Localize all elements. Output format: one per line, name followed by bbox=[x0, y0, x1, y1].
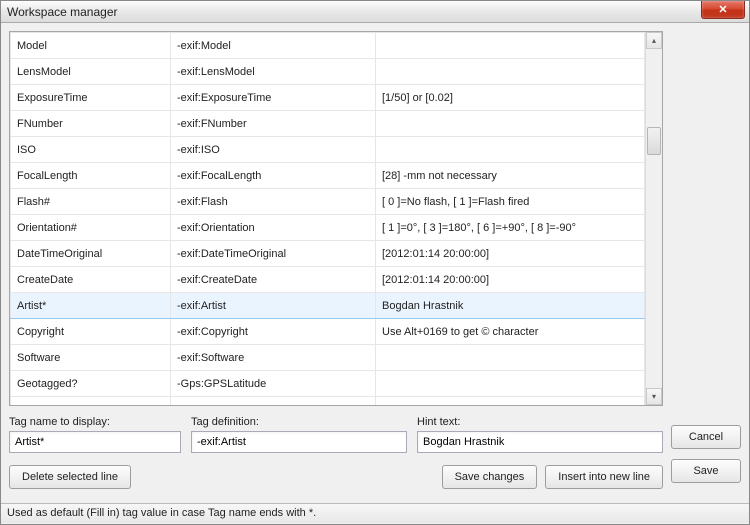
save-button[interactable]: Save bbox=[671, 459, 741, 483]
table-row[interactable]: CreateDate-exif:CreateDate[2012:01:14 20… bbox=[11, 267, 645, 293]
tag-name-group: Tag name to display: bbox=[9, 416, 181, 453]
title-bar: Workspace manager ✕ bbox=[1, 1, 749, 23]
table-row[interactable]: Orientation#-exif:Orientation[ 1 ]=0°, [… bbox=[11, 215, 645, 241]
table-row[interactable]: LensModel-exif:LensModel bbox=[11, 59, 645, 85]
cell-hint bbox=[376, 345, 645, 371]
table-row[interactable]: ISO-exif:ISO bbox=[11, 137, 645, 163]
save-changes-button[interactable]: Save changes bbox=[442, 465, 538, 489]
cell-tag-name: LensModel bbox=[11, 59, 171, 85]
table-row[interactable]: ExposureTime-exif:ExposureTime[1/50] or … bbox=[11, 85, 645, 111]
status-bar: Used as default (Fill in) tag value in c… bbox=[1, 503, 749, 523]
cancel-button[interactable]: Cancel bbox=[671, 425, 741, 449]
cell-hint: [1/50] or [0.02] bbox=[376, 85, 645, 111]
hint-text-input[interactable] bbox=[417, 431, 663, 453]
cell-tag-name: About photo bbox=[11, 397, 171, 406]
cell-hint: [28] -mm not necessary bbox=[376, 163, 645, 189]
content-area: Model-exif:ModelLensModel-exif:LensModel… bbox=[1, 23, 749, 503]
insert-new-line-button[interactable]: Insert into new line bbox=[545, 465, 663, 489]
scroll-thumb[interactable] bbox=[647, 127, 661, 155]
cell-tag-name: Orientation# bbox=[11, 215, 171, 241]
table-row[interactable]: DateTimeOriginal-exif:DateTimeOriginal[2… bbox=[11, 241, 645, 267]
scroll-up-arrow[interactable]: ▴ bbox=[646, 32, 662, 49]
cell-tag-def: -exif:Model bbox=[171, 33, 376, 59]
cell-hint bbox=[376, 33, 645, 59]
table-row[interactable]: FNumber-exif:FNumber bbox=[11, 111, 645, 137]
cell-tag-name: Software bbox=[11, 345, 171, 371]
cell-tag-def: -Gps:GPSLatitude bbox=[171, 371, 376, 397]
cell-tag-name: FocalLength bbox=[11, 163, 171, 189]
cell-tag-name: Model bbox=[11, 33, 171, 59]
cell-tag-name: ISO bbox=[11, 137, 171, 163]
window-title: Workspace manager bbox=[7, 5, 118, 19]
left-pane: Model-exif:ModelLensModel-exif:LensModel… bbox=[9, 31, 663, 495]
table-row[interactable]: Copyright-exif:CopyrightUse Alt+0169 to … bbox=[11, 319, 645, 345]
cell-tag-def: -exif:FNumber bbox=[171, 111, 376, 137]
close-icon: ✕ bbox=[718, 3, 727, 16]
cell-tag-def: -exif:ExposureTime bbox=[171, 85, 376, 111]
tag-table-container: Model-exif:ModelLensModel-exif:LensModel… bbox=[9, 31, 663, 406]
cell-tag-name: Geotagged? bbox=[11, 371, 171, 397]
cell-hint bbox=[376, 59, 645, 85]
hint-text-group: Hint text: bbox=[417, 416, 663, 453]
cell-tag-name: ExposureTime bbox=[11, 85, 171, 111]
close-button[interactable]: ✕ bbox=[701, 1, 745, 19]
cell-tag-name: DateTimeOriginal bbox=[11, 241, 171, 267]
tag-table-body: Model-exif:ModelLensModel-exif:LensModel… bbox=[10, 32, 645, 405]
cell-tag-def: -exif:DateTimeOriginal bbox=[171, 241, 376, 267]
cell-tag-name: FNumber bbox=[11, 111, 171, 137]
cell-hint bbox=[376, 137, 645, 163]
tag-def-label: Tag definition: bbox=[191, 416, 407, 428]
hint-text-label: Hint text: bbox=[417, 416, 663, 428]
cell-hint bbox=[376, 111, 645, 137]
delete-line-button[interactable]: Delete selected line bbox=[9, 465, 131, 489]
cell-tag-def: -exif:Orientation bbox=[171, 215, 376, 241]
edit-fields-row: Tag name to display: Tag definition: Hin… bbox=[9, 416, 663, 453]
table-row[interactable]: About photo-GUI-SEP bbox=[11, 397, 645, 406]
tag-def-group: Tag definition: bbox=[191, 416, 407, 453]
vertical-scrollbar[interactable]: ▴ ▾ bbox=[645, 32, 662, 405]
cell-hint bbox=[376, 371, 645, 397]
cell-tag-name: Flash# bbox=[11, 189, 171, 215]
cell-hint: Bogdan Hrastnik bbox=[376, 293, 645, 319]
cell-tag-def: -exif:Software bbox=[171, 345, 376, 371]
cell-hint bbox=[376, 397, 645, 406]
cell-tag-name: Copyright bbox=[11, 319, 171, 345]
tag-name-label: Tag name to display: bbox=[9, 416, 181, 428]
table-row[interactable]: Artist*-exif:ArtistBogdan Hrastnik bbox=[11, 293, 645, 319]
cell-tag-def: -exif:LensModel bbox=[171, 59, 376, 85]
cell-hint: [ 0 ]=No flash, [ 1 ]=Flash fired bbox=[376, 189, 645, 215]
cell-tag-def: -exif:FocalLength bbox=[171, 163, 376, 189]
cell-hint: Use Alt+0169 to get © character bbox=[376, 319, 645, 345]
status-text: Used as default (Fill in) tag value in c… bbox=[7, 507, 316, 519]
action-button-row: Delete selected line Save changes Insert… bbox=[9, 465, 663, 489]
table-row[interactable]: Model-exif:Model bbox=[11, 33, 645, 59]
cell-tag-def: -exif:Artist bbox=[171, 293, 376, 319]
cell-tag-def: -exif:ISO bbox=[171, 137, 376, 163]
cell-tag-def: -exif:Flash bbox=[171, 189, 376, 215]
table-row[interactable]: FocalLength-exif:FocalLength[28] -mm not… bbox=[11, 163, 645, 189]
button-spacer bbox=[139, 465, 434, 489]
cell-hint: [2012:01:14 20:00:00] bbox=[376, 267, 645, 293]
cell-hint: [2012:01:14 20:00:00] bbox=[376, 241, 645, 267]
right-button-pane: Cancel Save bbox=[671, 31, 741, 495]
table-row[interactable]: Software-exif:Software bbox=[11, 345, 645, 371]
cell-hint: [ 1 ]=0°, [ 3 ]=180°, [ 6 ]=+90°, [ 8 ]=… bbox=[376, 215, 645, 241]
table-row[interactable]: Geotagged?-Gps:GPSLatitude bbox=[11, 371, 645, 397]
cell-tag-def: -GUI-SEP bbox=[171, 397, 376, 406]
cell-tag-name: Artist* bbox=[11, 293, 171, 319]
table-row[interactable]: Flash#-exif:Flash[ 0 ]=No flash, [ 1 ]=F… bbox=[11, 189, 645, 215]
scroll-down-arrow[interactable]: ▾ bbox=[646, 388, 662, 405]
cell-tag-name: CreateDate bbox=[11, 267, 171, 293]
cell-tag-def: -exif:Copyright bbox=[171, 319, 376, 345]
cell-tag-def: -exif:CreateDate bbox=[171, 267, 376, 293]
tag-def-input[interactable] bbox=[191, 431, 407, 453]
tag-name-input[interactable] bbox=[9, 431, 181, 453]
tag-table[interactable]: Model-exif:ModelLensModel-exif:LensModel… bbox=[10, 32, 645, 405]
